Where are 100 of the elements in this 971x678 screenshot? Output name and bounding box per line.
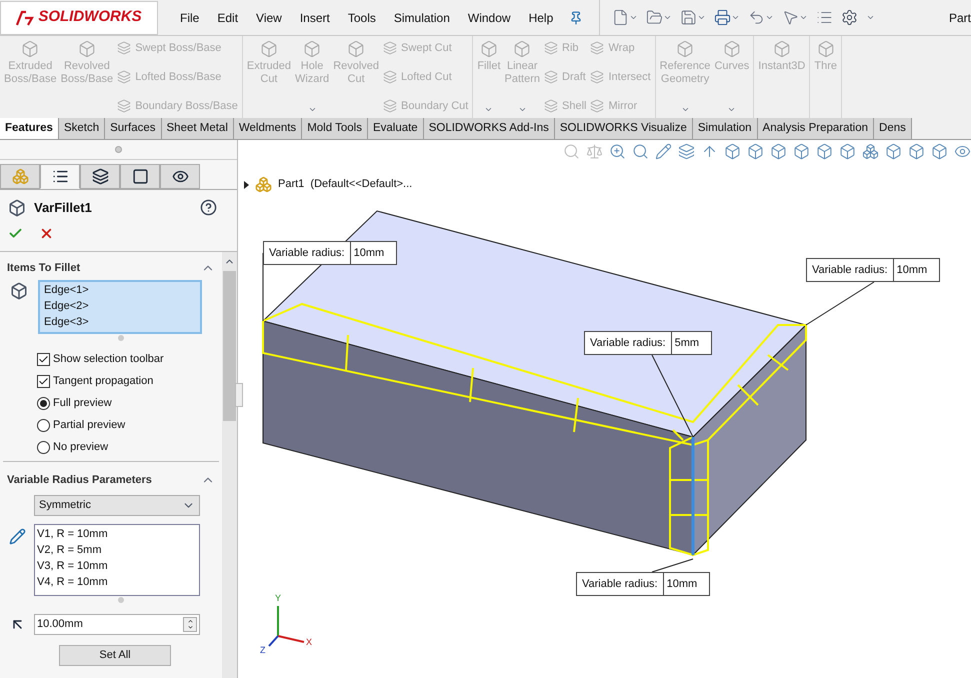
- box-icon: [78, 40, 96, 58]
- spinner-icon[interactable]: [183, 616, 197, 632]
- list-item[interactable]: V1, R = 10mm: [37, 526, 197, 542]
- layers-icon: [117, 70, 132, 84]
- view-tool-icon[interactable]: [724, 143, 741, 160]
- box-icon: [303, 40, 322, 58]
- help-icon[interactable]: [200, 199, 217, 216]
- settings-icon[interactable]: [841, 9, 858, 26]
- menu-item[interactable]: Tools: [348, 8, 376, 26]
- menu-item[interactable]: Help: [528, 8, 554, 26]
- resize-handle[interactable]: [118, 596, 124, 602]
- toolbar-icon[interactable]: [748, 9, 766, 26]
- command-tab[interactable]: Dens: [874, 118, 912, 139]
- command-tab[interactable]: Surfaces: [105, 118, 162, 139]
- command-tab[interactable]: Simulation: [692, 118, 758, 139]
- menu-item[interactable]: Window: [468, 8, 511, 26]
- menu-item[interactable]: Insert: [300, 8, 330, 26]
- toolbar-icon[interactable]: [714, 9, 732, 26]
- menu-item[interactable]: View: [256, 8, 282, 26]
- toolbar-icon[interactable]: [612, 9, 630, 26]
- command-tab[interactable]: SOLIDWORKS Visualize: [554, 118, 693, 139]
- caret-icon: [866, 13, 876, 22]
- view-tool-icon[interactable]: [816, 143, 833, 160]
- command-tab[interactable]: SOLIDWORKS Add-Ins: [424, 118, 555, 139]
- command-tab[interactable]: Mold Tools: [302, 118, 368, 139]
- view-tool-icon[interactable]: [655, 143, 672, 160]
- layers-icon: [383, 70, 398, 84]
- view-tool-icon[interactable]: [609, 143, 626, 160]
- command-tab[interactable]: Weldments: [234, 118, 302, 139]
- list-item[interactable]: Edge<1>: [44, 282, 196, 298]
- option-label: Full preview: [53, 396, 112, 411]
- menu-item[interactable]: File: [180, 8, 200, 26]
- checkbox[interactable]: [37, 374, 50, 388]
- view-tool-icon[interactable]: [931, 143, 948, 160]
- list-item[interactable]: V3, R = 10mm: [37, 558, 197, 574]
- edge-list[interactable]: Edge<1> Edge<2> Edge<3>: [38, 280, 202, 334]
- menu-item[interactable]: Simulation: [394, 8, 450, 26]
- pin-icon[interactable]: [569, 10, 584, 24]
- radius-input[interactable]: 10.00mm: [34, 614, 200, 634]
- radius-callout[interactable]: Variable radius: 10mm: [576, 572, 710, 596]
- splitter-handle[interactable]: [115, 146, 122, 153]
- scrollbar[interactable]: [222, 252, 237, 678]
- option-label: Tangent propagation: [53, 374, 154, 389]
- leader-line: [262, 252, 264, 322]
- command-tab[interactable]: Analysis Preparation: [758, 118, 874, 139]
- radius-callout[interactable]: Variable radius: 10mm: [806, 258, 940, 282]
- radius-callout[interactable]: Variable radius: 5mm: [584, 331, 712, 355]
- box-icon: [676, 40, 694, 58]
- box-icon: [21, 40, 40, 58]
- panel-tab[interactable]: [40, 164, 80, 189]
- tree-item[interactable]: Part1 (Default<<Default>...: [278, 176, 412, 193]
- set-all-button[interactable]: Set All: [59, 644, 171, 666]
- layers-icon: [383, 41, 398, 56]
- view-tool-icon[interactable]: [954, 143, 971, 160]
- panel-tab[interactable]: [80, 164, 120, 189]
- radio-button[interactable]: [37, 396, 50, 410]
- section-heading: Items To Fillet: [7, 260, 80, 276]
- command-tab[interactable]: Evaluate: [368, 118, 424, 139]
- expand-arrow-icon[interactable]: [244, 180, 249, 188]
- command-tab[interactable]: Sheet Metal: [162, 118, 234, 139]
- layers-icon: [117, 41, 132, 56]
- panel-tab[interactable]: [120, 164, 160, 189]
- view-tool-icon[interactable]: [747, 143, 764, 160]
- view-tool-icon[interactable]: [563, 143, 580, 160]
- list-item[interactable]: V4, R = 10mm: [37, 574, 197, 590]
- menu-item[interactable]: Edit: [217, 8, 238, 26]
- command-tab[interactable]: Features: [0, 118, 59, 139]
- list-item[interactable]: Edge<3>: [44, 314, 196, 330]
- view-tool-icon[interactable]: [632, 143, 649, 160]
- view-tool-icon[interactable]: [908, 143, 925, 160]
- toolbar-icon[interactable]: [680, 9, 698, 26]
- command-tab[interactable]: Sketch: [58, 118, 106, 139]
- view-tool-icon[interactable]: [770, 143, 787, 160]
- logo-mark-icon: [16, 10, 34, 26]
- checkbox[interactable]: [37, 352, 50, 366]
- box-icon: [260, 40, 278, 58]
- option-label: No preview: [53, 440, 108, 455]
- view-tool-icon[interactable]: [862, 143, 879, 160]
- radio-button[interactable]: [37, 418, 50, 432]
- view-tool-icon[interactable]: [701, 143, 718, 160]
- caret-icon: [663, 13, 672, 22]
- view-tool-icon[interactable]: [793, 143, 810, 160]
- profile-dropdown[interactable]: Symmetric: [34, 494, 200, 516]
- edge-selection-icon: [10, 282, 28, 300]
- panel-tab[interactable]: [160, 164, 200, 189]
- view-tool-icon[interactable]: [586, 143, 603, 160]
- tab-icon: [52, 168, 68, 185]
- radius-callout[interactable]: Variable radius: 10mm: [263, 241, 398, 265]
- view-tool-icon[interactable]: [839, 143, 856, 160]
- toolbar-icon[interactable]: [782, 9, 800, 26]
- collapse-handle[interactable]: [235, 383, 243, 407]
- view-tool-icon[interactable]: [678, 143, 695, 160]
- list-item[interactable]: Edge<2>: [44, 298, 196, 314]
- vertex-list[interactable]: V1, R = 10mm V2, R = 5mm V3, R = 10mm V4, R = 10mm: [34, 524, 200, 596]
- view-tool-icon[interactable]: [885, 143, 902, 160]
- caret-icon: [308, 105, 317, 114]
- radio-button[interactable]: [37, 440, 50, 454]
- resize-handle[interactable]: [118, 335, 124, 341]
- list-item[interactable]: V2, R = 5mm: [37, 542, 197, 558]
- toolbar-icon[interactable]: [646, 9, 664, 26]
